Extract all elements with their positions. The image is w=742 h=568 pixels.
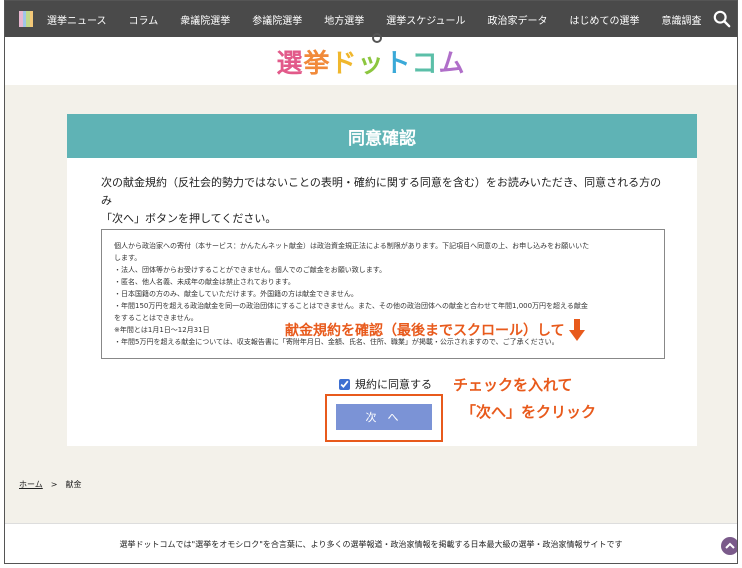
footer-text: 選挙ドットコムでは"選挙をオモシロク"を合言葉に、より多くの選挙報道・政治家情報… xyxy=(119,540,623,549)
breadcrumb-separator: > xyxy=(50,480,58,489)
search-icon[interactable] xyxy=(713,10,731,28)
terms-line: します。 xyxy=(114,254,142,262)
nav-item[interactable]: 地方選挙 xyxy=(324,12,364,27)
scroll-hint-text: 献金規約を確認（最後までスクロール）して xyxy=(285,323,565,339)
site-logo-char: コ xyxy=(411,48,439,79)
nav-item[interactable]: 選挙スケジュール xyxy=(386,12,465,27)
logo-strip: 選挙ドットコム xyxy=(5,32,737,85)
check-annotation-line-2: 「次へ」をクリック xyxy=(461,403,597,421)
intro-line-1: 次の献金規約（反社会的勢力ではないことの表明・確約に関する同意を含む）をお読みい… xyxy=(101,176,662,207)
nav-item[interactable]: コラム xyxy=(129,12,159,27)
nav-item[interactable]: 政治家データ xyxy=(488,12,548,27)
next-button[interactable]: 次 へ xyxy=(336,404,432,430)
nav-logo-icon[interactable] xyxy=(19,11,33,27)
arrow-down-icon xyxy=(568,319,585,341)
terms-line: ・匿名、他人名義、未成年の献金は禁止されております。 xyxy=(114,278,295,286)
site-logo-char: ト xyxy=(384,48,412,79)
scroll-to-top-button[interactable] xyxy=(721,537,737,555)
next-button-highlight: 次 へ xyxy=(325,394,443,442)
terms-line: ・日本国籍の方のみ、献金していただけます。外国籍の方は献金できません。 xyxy=(114,290,358,298)
breadcrumb-home-link[interactable]: ホーム xyxy=(19,479,43,490)
breadcrumb-current: 献金 xyxy=(65,480,82,489)
site-logo-char: ド xyxy=(330,48,358,79)
nav-item[interactable]: 選挙ニュース xyxy=(47,12,107,27)
agree-checkbox[interactable] xyxy=(339,378,350,390)
consent-card: 同意確認 次の献金規約（反社会的勢力ではないことの表明・確約に関する同意を含む）… xyxy=(67,114,697,446)
card-title: 同意確認 xyxy=(67,114,697,158)
site-logo-char: 挙 xyxy=(303,48,331,79)
site-logo-char: 選 xyxy=(276,48,304,79)
intro-text: 次の献金規約（反社会的勢力ではないことの表明・確約に関する同意を含む）をお読みい… xyxy=(101,174,671,228)
logo-ring-icon xyxy=(372,32,383,43)
nav-item[interactable]: はじめての選挙 xyxy=(570,12,640,27)
nav-item[interactable]: 衆議院選挙 xyxy=(180,12,230,27)
intro-line-2: 「次へ」ボタンを押してください。 xyxy=(101,212,277,225)
site-logo-char: ム xyxy=(438,48,466,79)
scroll-hint-annotation: 献金規約を確認（最後までスクロール）して xyxy=(285,319,585,341)
terms-line: 個人から政治家への寄付（本サービス：かんたんネット献金）は政治資金規正法による制… xyxy=(114,242,590,250)
footer: 選挙ドットコムでは"選挙をオモシロク"を合言葉に、より多くの選挙報道・政治家情報… xyxy=(5,523,737,563)
site-logo[interactable]: 選挙ドットコム xyxy=(276,32,466,80)
agree-label: 規約に同意する xyxy=(355,378,432,391)
chevron-up-icon xyxy=(725,542,735,549)
terms-line: ・年間150万円を超える政治献金を同一の政治団体にすることはできません。また、そ… xyxy=(114,302,588,310)
nav-logo-stripe xyxy=(29,11,33,27)
terms-line: ・法人、団体等からお受けすることができません。個人でのご献金をお願い致します。 xyxy=(114,266,387,274)
nav-item[interactable]: 意識調査 xyxy=(662,12,702,27)
nav-item[interactable]: 参議院選挙 xyxy=(252,12,302,27)
nav-menu: 選挙ニュース コラム 衆議院選挙 参議院選挙 地方選挙 選挙スケジュール 政治家データ はじめ… xyxy=(47,12,724,27)
breadcrumb: ホーム > 献金 xyxy=(19,479,81,490)
agree-checkbox-row[interactable]: 規約に同意する xyxy=(339,376,432,392)
check-annotation: チェックを入れて 「次へ」をクリック xyxy=(453,372,596,426)
check-annotation-line-1: チェックを入れて xyxy=(453,376,573,394)
browser-frame: 選挙ニュース コラム 衆議院選挙 参議院選挙 地方選挙 選挙スケジュール 政治家データ はじめ… xyxy=(4,0,738,564)
site-logo-char: ッ xyxy=(357,48,385,79)
top-navbar: 選挙ニュース コラム 衆議院選挙 参議院選挙 地方選挙 選挙スケジュール 政治家データ はじめ… xyxy=(5,1,737,37)
